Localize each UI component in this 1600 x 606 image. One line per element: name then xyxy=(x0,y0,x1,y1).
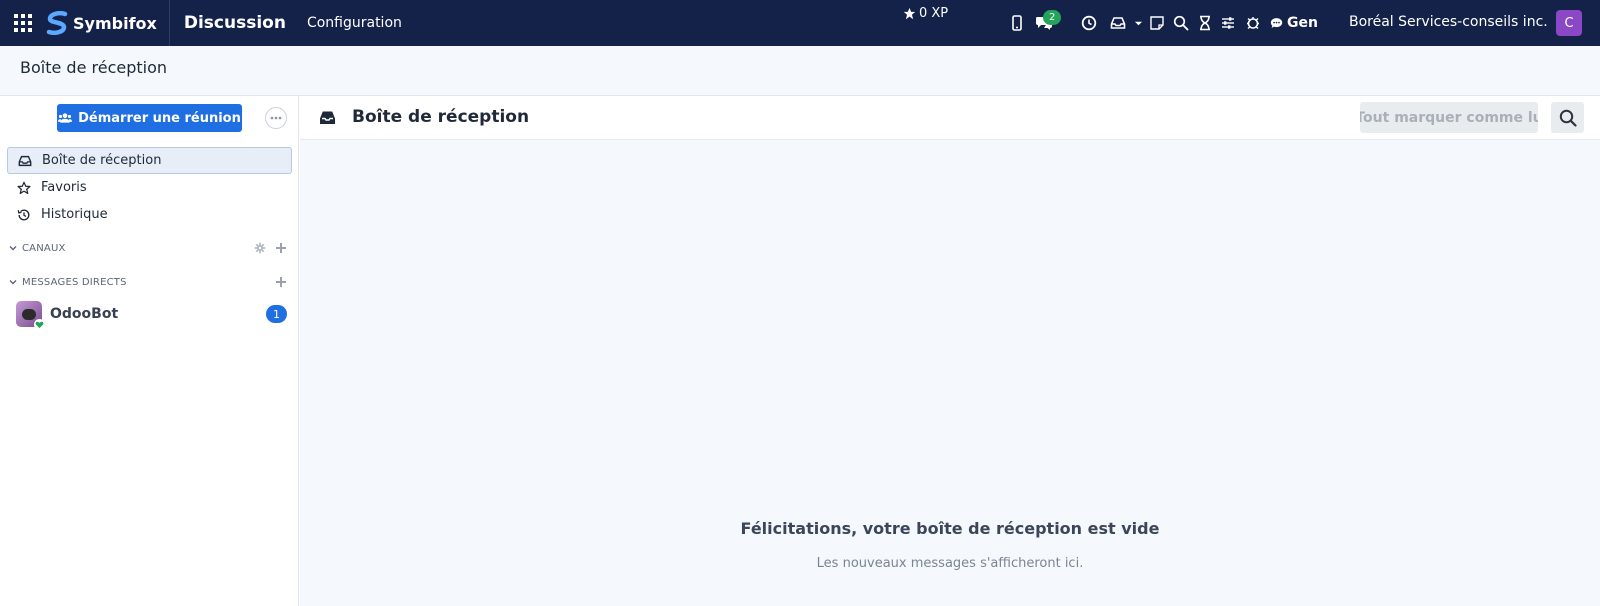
history-icon xyxy=(7,208,41,222)
online-heart-icon xyxy=(34,319,45,330)
dm-item-odoobot[interactable]: OdooBot 1 xyxy=(8,299,291,330)
users-icon xyxy=(58,113,73,123)
chevron-down-icon xyxy=(8,243,22,253)
company-switcher[interactable]: Boréal Services-conseils inc. xyxy=(1349,14,1548,30)
bug-icon[interactable] xyxy=(1240,0,1266,46)
hourglass-icon[interactable] xyxy=(1193,0,1216,46)
xp-value: 0 XP xyxy=(919,6,949,21)
apps-menu-icon[interactable] xyxy=(0,0,46,46)
sidebar-item-inbox[interactable]: Boîte de réception xyxy=(7,147,292,174)
channels-section-header[interactable]: CANAUX xyxy=(8,239,291,257)
sidebar-item-label: Favoris xyxy=(41,180,87,195)
gen-assistant[interactable]: Gen xyxy=(1266,0,1318,46)
discuss-sidebar: Démarrer une réunion Boîte de réception … xyxy=(0,96,299,606)
star-filled-icon xyxy=(903,7,916,20)
messaging-menu[interactable]: 2 xyxy=(1029,0,1073,46)
symbifox-logo-icon xyxy=(46,11,68,35)
caret-down-icon[interactable] xyxy=(1131,0,1145,46)
channels-label: CANAUX xyxy=(22,242,66,254)
sidebar-item-label: Historique xyxy=(41,207,108,222)
brand[interactable]: Symbifox xyxy=(46,0,170,46)
direct-messages-section-header[interactable]: MESSAGES DIRECTS xyxy=(8,273,291,291)
inbox-tray-icon[interactable] xyxy=(1105,0,1131,46)
top-navbar: Symbifox Discussion Configuration 0 XP 2 xyxy=(0,0,1600,46)
start-meeting-button[interactable]: Démarrer une réunion xyxy=(57,104,242,132)
gen-label: Gen xyxy=(1287,15,1318,31)
breadcrumb: Boîte de réception xyxy=(20,58,168,77)
search-icon[interactable] xyxy=(1169,0,1193,46)
xp-indicator[interactable]: 0 XP xyxy=(903,6,948,21)
mark-all-read-button[interactable]: Tout marquer comme lu xyxy=(1360,102,1538,133)
user-avatar[interactable]: C xyxy=(1556,10,1582,36)
add-chat-plus-icon[interactable] xyxy=(270,276,291,288)
activity-clock-icon[interactable] xyxy=(1073,0,1105,46)
unread-count-badge: 1 xyxy=(266,305,287,323)
note-icon[interactable] xyxy=(1145,0,1169,46)
empty-inbox-title: Félicitations, votre boîte de réception … xyxy=(740,519,1160,538)
start-meeting-label: Démarrer une réunion xyxy=(78,110,241,126)
ellipsis-icon xyxy=(270,116,282,120)
menu-configuration[interactable]: Configuration xyxy=(307,15,402,31)
star-icon xyxy=(7,181,41,195)
sidebar-item-label: Boîte de réception xyxy=(42,153,162,168)
settings-sliders-icon[interactable] xyxy=(1216,0,1240,46)
brand-name: Symbifox xyxy=(73,13,157,33)
direct-messages-label: MESSAGES DIRECTS xyxy=(22,276,127,288)
thread-title: Boîte de réception xyxy=(352,107,530,127)
sidebar-item-favorites[interactable]: Favoris xyxy=(7,174,292,201)
dm-name: OdooBot xyxy=(50,306,119,322)
empty-inbox-subtitle: Les nouveaux messages s'afficheront ici. xyxy=(816,556,1084,571)
thread-panel: Boîte de réception Tout marquer comme lu… xyxy=(300,96,1600,606)
chat-bubble-icon xyxy=(1270,18,1283,28)
chat-count-badge: 2 xyxy=(1043,10,1062,25)
systray: 2 Gen xyxy=(1005,0,1318,46)
inbox-icon xyxy=(319,110,336,129)
gear-icon[interactable] xyxy=(249,242,270,254)
thread-header: Boîte de réception Tout marquer comme lu xyxy=(300,96,1600,140)
chevron-down-icon xyxy=(8,277,22,287)
inbox-icon xyxy=(8,154,42,168)
app-name[interactable]: Discussion xyxy=(184,13,286,33)
add-channel-plus-icon[interactable] xyxy=(270,242,291,254)
odoobot-avatar xyxy=(16,301,45,330)
control-panel: Boîte de réception xyxy=(0,46,1600,96)
thread-search-button[interactable] xyxy=(1551,102,1584,133)
sidebar-item-history[interactable]: Historique xyxy=(7,201,292,228)
search-icon xyxy=(1559,109,1577,127)
mobile-icon[interactable] xyxy=(1005,0,1029,46)
more-options-button[interactable] xyxy=(265,107,287,129)
